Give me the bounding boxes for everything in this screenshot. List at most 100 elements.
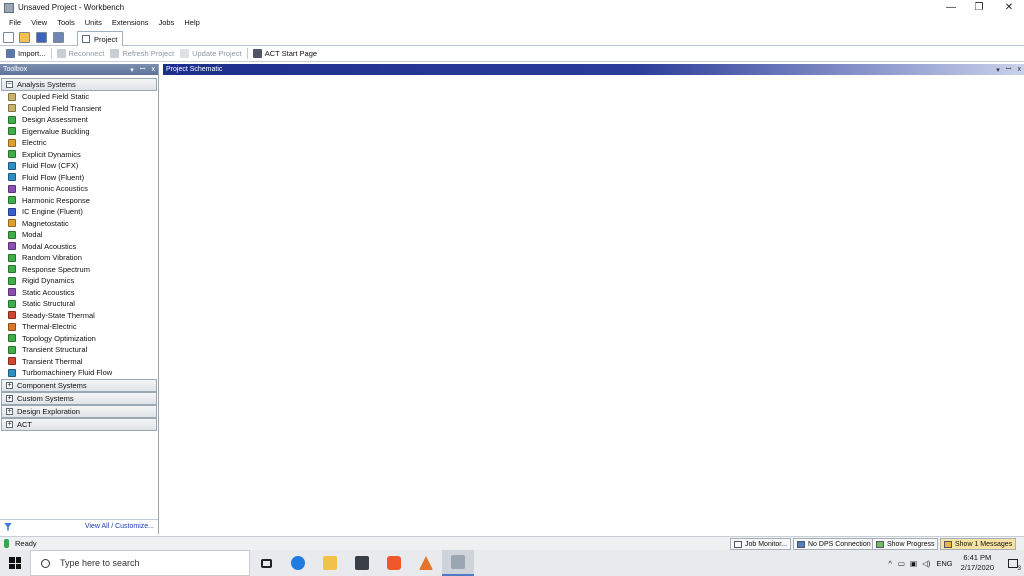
new-project-icon[interactable] xyxy=(3,32,14,43)
filter-icon[interactable] xyxy=(4,522,12,531)
refresh-project-button[interactable]: Refresh Project xyxy=(107,47,177,61)
toolbox-item-label: IC Engine (Fluent) xyxy=(22,207,83,217)
schematic-canvas[interactable] xyxy=(163,75,1024,534)
toolbox-item[interactable]: Random Vibration xyxy=(0,252,158,264)
toolbox-item[interactable]: Electric xyxy=(0,137,158,149)
schematic-close-icon[interactable]: x xyxy=(1018,66,1022,73)
matlab-icon[interactable] xyxy=(410,550,442,576)
save-icon[interactable] xyxy=(36,32,47,43)
task-view-icon[interactable] xyxy=(250,550,282,576)
toolbox-close-icon[interactable]: x xyxy=(152,66,156,73)
toolbox-pin-icon[interactable]: ꟷ xyxy=(140,65,146,74)
toolbox-item[interactable]: Transient Thermal xyxy=(0,356,158,368)
toolbox-item[interactable]: Static Structural xyxy=(0,298,158,310)
toolbox-title-bar: Toolbox ▾ ꟷ x xyxy=(0,64,158,75)
view-all-customize-link[interactable]: View All / Customize... xyxy=(85,523,154,530)
toolbox-groups: + Component Systems + Custom Systems + Design… xyxy=(0,378,158,431)
act-start-page-button[interactable]: ACT Start Page xyxy=(250,47,320,61)
toolbox-group[interactable]: + Custom Systems xyxy=(1,391,157,405)
toolbox-group[interactable]: + ACT xyxy=(1,417,157,431)
job-monitor-button[interactable]: Job Monitor... xyxy=(730,538,792,550)
analysis-system-icon xyxy=(8,196,16,205)
toolbox-item[interactable]: Modal Acoustics xyxy=(0,241,158,253)
toolbox-item[interactable]: IC Engine (Fluent) xyxy=(0,206,158,218)
toolbox-item[interactable]: Thermal-Electric xyxy=(0,321,158,333)
network-icon[interactable]: ▣ xyxy=(910,559,917,568)
toolbox-item[interactable]: Coupled Field Transient xyxy=(0,103,158,115)
brave-icon[interactable] xyxy=(378,550,410,576)
menu-extensions[interactable]: Extensions xyxy=(107,18,154,27)
toolbox-item[interactable]: Turbomachinery Fluid Flow xyxy=(0,367,158,379)
schematic-pin-icon[interactable]: ꟷ xyxy=(1006,65,1012,74)
toolbox-item[interactable]: Steady-State Thermal xyxy=(0,310,158,322)
toolbox-item[interactable]: Rigid Dynamics xyxy=(0,275,158,287)
reconnect-label: Reconnect xyxy=(68,49,105,58)
search-icon xyxy=(41,558,50,568)
mail-icon[interactable] xyxy=(346,550,378,576)
toolbox-item[interactable]: Fluid Flow (Fluent) xyxy=(0,172,158,184)
toolbox-item[interactable]: Harmonic Acoustics xyxy=(0,183,158,195)
toolbox-item[interactable]: Topology Optimization xyxy=(0,333,158,345)
toolbox-group[interactable]: + Design Exploration xyxy=(1,404,157,418)
close-button[interactable]: ✕ xyxy=(994,0,1024,15)
show-messages-button[interactable]: Show 1 Messages xyxy=(940,538,1017,550)
analysis-system-icon xyxy=(8,230,16,239)
toolbox-item[interactable]: Transient Structural xyxy=(0,344,158,356)
save-as-icon[interactable] xyxy=(53,32,64,43)
file-explorer-icon[interactable] xyxy=(314,550,346,576)
analysis-system-icon xyxy=(8,104,16,113)
restore-button[interactable]: ❐ xyxy=(964,0,994,15)
toolbar-divider xyxy=(246,48,248,59)
menu-tools[interactable]: Tools xyxy=(52,18,80,27)
toolbox-item[interactable]: Explicit Dynamics xyxy=(0,149,158,161)
schematic-dropdown-icon[interactable]: ▾ xyxy=(996,66,1000,74)
battery-icon[interactable]: ▭ xyxy=(898,559,905,568)
tab-project[interactable]: Project xyxy=(77,31,123,46)
menu-help[interactable]: Help xyxy=(179,18,204,27)
toolbox-item[interactable]: Fluid Flow (CFX) xyxy=(0,160,158,172)
volume-icon[interactable]: ◁) xyxy=(922,559,930,568)
menu-view[interactable]: View xyxy=(26,18,52,27)
analysis-system-icon xyxy=(8,173,16,182)
workbench-taskbar-icon[interactable] xyxy=(442,550,474,576)
dps-connection-button[interactable]: No DPS Connection xyxy=(793,538,875,550)
edge-icon[interactable] xyxy=(282,550,314,576)
collapse-icon: − xyxy=(6,81,13,88)
clock[interactable]: 6:41 PM 2/17/2020 xyxy=(961,553,994,573)
toolbox-dropdown-icon[interactable]: ▾ xyxy=(130,66,134,74)
open-folder-icon[interactable] xyxy=(19,32,30,43)
toolbox-item[interactable]: Modal xyxy=(0,229,158,241)
project-schematic-panel: Project Schematic ▾ ꟷ x xyxy=(163,64,1024,534)
show-messages-label: Show 1 Messages xyxy=(955,540,1013,548)
toolbox-item[interactable]: Magnetostatic xyxy=(0,218,158,230)
tray-chevron-icon[interactable]: ^ xyxy=(888,559,892,568)
taskbar-search[interactable]: Type here to search xyxy=(30,550,250,576)
title-bar: Unsaved Project - Workbench — ❐ ✕ xyxy=(0,0,1024,15)
group-analysis-systems[interactable]: − Analysis Systems xyxy=(1,78,157,91)
notification-center-icon[interactable]: 3 xyxy=(1002,550,1024,576)
toolbox-item-label: Turbomachinery Fluid Flow xyxy=(22,368,113,378)
toolbox-item[interactable]: Eigenvalue Buckling xyxy=(0,126,158,138)
toolbox-item[interactable]: Coupled Field Static xyxy=(0,91,158,103)
toolbox-item[interactable]: Static Acoustics xyxy=(0,287,158,299)
refresh-icon xyxy=(110,49,120,58)
update-label: Update Project xyxy=(192,49,242,58)
window-title: Unsaved Project - Workbench xyxy=(18,3,125,12)
show-progress-button[interactable]: Show Progress xyxy=(872,538,939,550)
toolbox-item[interactable]: Response Spectrum xyxy=(0,264,158,276)
reconnect-button[interactable]: Reconnect xyxy=(54,47,108,61)
menu-jobs[interactable]: Jobs xyxy=(154,18,180,27)
minimize-button[interactable]: — xyxy=(936,0,966,15)
menu-units[interactable]: Units xyxy=(80,18,107,27)
start-button[interactable] xyxy=(0,550,30,576)
menu-file[interactable]: File xyxy=(4,18,26,27)
analysis-system-icon xyxy=(8,92,16,101)
toolbox-item-label: Random Vibration xyxy=(22,253,82,263)
analysis-system-icon xyxy=(8,276,16,285)
update-project-button[interactable]: Update Project xyxy=(177,47,245,61)
toolbox-item[interactable]: Design Assessment xyxy=(0,114,158,126)
import-button[interactable]: Import... xyxy=(3,47,49,61)
toolbox-item[interactable]: Harmonic Response xyxy=(0,195,158,207)
language-indicator[interactable]: ENG xyxy=(936,559,952,568)
toolbox-group[interactable]: + Component Systems xyxy=(1,378,157,392)
